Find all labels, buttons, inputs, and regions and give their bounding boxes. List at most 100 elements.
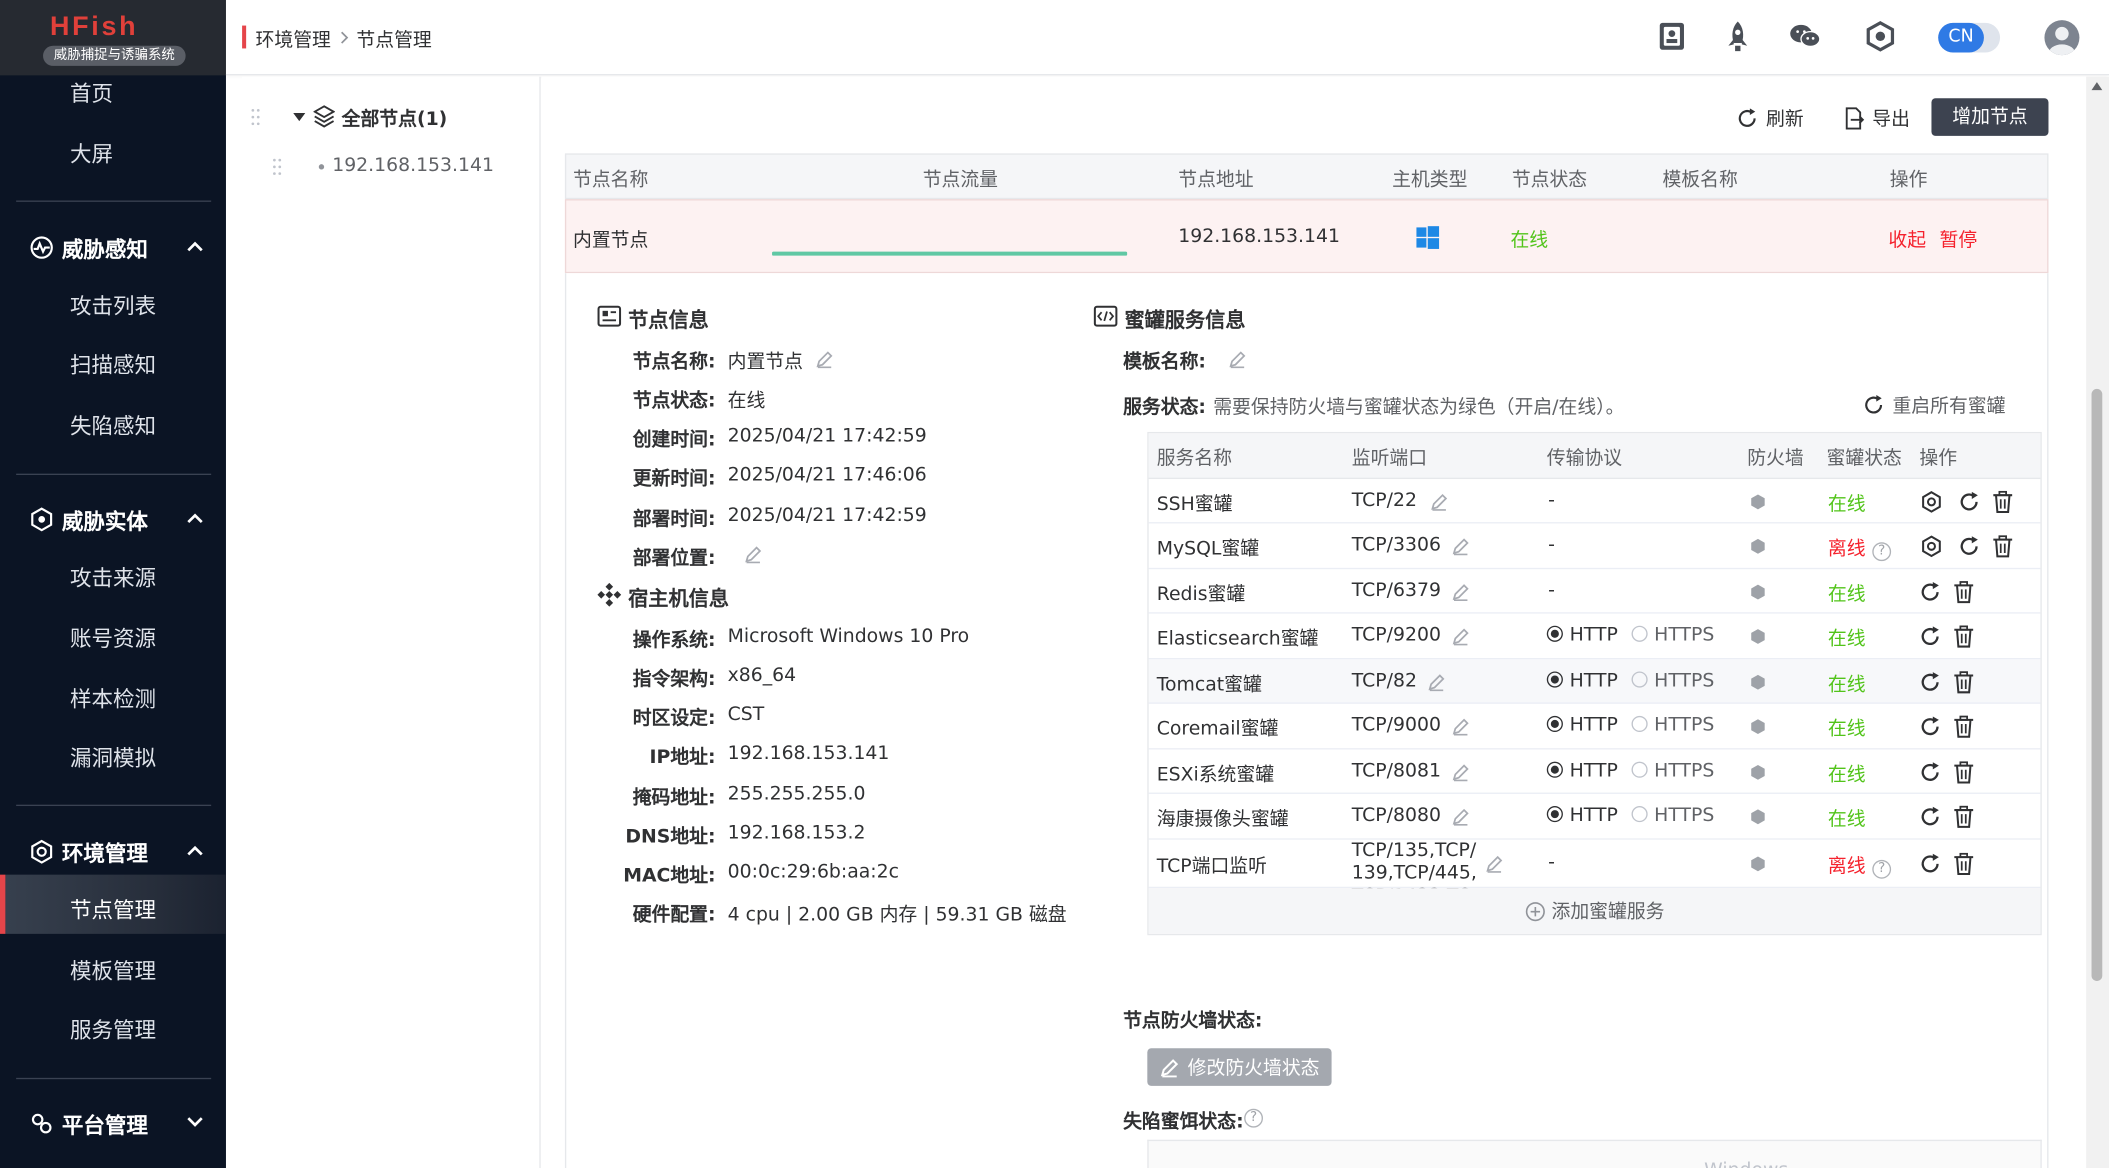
sidebar-item-vuln[interactable]: 漏洞模拟 bbox=[70, 740, 156, 772]
trash-icon[interactable] bbox=[1952, 852, 1976, 876]
refresh-button[interactable]: 刷新 bbox=[1735, 105, 1804, 132]
sidebar-item-screen[interactable]: 大屏 bbox=[70, 136, 113, 168]
service-row[interactable]: Redis蜜罐 TCP/6379 - 在线 bbox=[1148, 569, 2041, 614]
radio-http-icon[interactable] bbox=[1546, 671, 1563, 688]
trash-icon[interactable] bbox=[1952, 580, 1976, 604]
scroll-up-arrow-icon[interactable] bbox=[2090, 81, 2103, 92]
sidebar-item-node-mgmt[interactable]: 节点管理 bbox=[70, 892, 156, 924]
radio-https-icon[interactable] bbox=[1631, 806, 1648, 823]
sidebar-group-env-mgmt[interactable]: 环境管理 bbox=[30, 836, 148, 868]
avatar[interactable] bbox=[2044, 20, 2080, 56]
protocol-radio-group[interactable]: HTTP HTTPS bbox=[1546, 624, 1714, 646]
trash-icon[interactable] bbox=[1952, 760, 1976, 784]
restart-icon[interactable] bbox=[1918, 760, 1942, 784]
service-row[interactable]: Tomcat蜜罐 TCP/82 HTTP HTTPS 在线 bbox=[1148, 659, 2041, 704]
restart-icon[interactable] bbox=[1918, 715, 1942, 739]
edit-pencil-icon[interactable] bbox=[1451, 763, 1470, 782]
rocket-icon[interactable] bbox=[1720, 19, 1755, 54]
drag-handle-icon[interactable] bbox=[249, 108, 262, 127]
help-icon[interactable]: ? bbox=[1872, 859, 1892, 879]
pause-link[interactable]: 暂停 bbox=[1940, 226, 1978, 253]
book-icon[interactable] bbox=[1654, 19, 1689, 54]
radio-https-icon[interactable] bbox=[1631, 715, 1648, 733]
restart-icon[interactable] bbox=[1918, 805, 1942, 829]
trash-icon[interactable] bbox=[1952, 670, 1976, 694]
restart-icon[interactable] bbox=[1957, 534, 1981, 558]
trash-icon[interactable] bbox=[1952, 805, 1976, 829]
edit-pencil-icon[interactable] bbox=[1451, 627, 1470, 646]
trash-icon[interactable] bbox=[1952, 624, 1976, 648]
sidebar-item-sample[interactable]: 样本检测 bbox=[70, 681, 156, 713]
export-button[interactable]: 导出 bbox=[1841, 105, 1910, 132]
sidebar-item-compromise[interactable]: 失陷感知 bbox=[70, 408, 156, 440]
protocol-radio-group[interactable]: HTTP HTTPS bbox=[1546, 805, 1714, 826]
caret-down-icon[interactable] bbox=[293, 112, 306, 123]
sidebar-item-account[interactable]: 账号资源 bbox=[70, 620, 156, 652]
service-row[interactable]: Elasticsearch蜜罐 TCP/9200 HTTP HTTPS 在线 bbox=[1148, 614, 2041, 660]
restart-icon[interactable] bbox=[1918, 670, 1942, 694]
service-row[interactable]: Coremail蜜罐 TCP/9000 HTTP HTTPS 在线 bbox=[1148, 704, 2041, 750]
radio-http-icon[interactable] bbox=[1546, 715, 1563, 733]
settings-hex-icon[interactable] bbox=[1919, 534, 1943, 558]
table-row[interactable]: 内置节点 192.168.153.141 在线 收起 暂停 bbox=[564, 199, 2049, 274]
edit-pencil-icon[interactable] bbox=[1451, 717, 1470, 736]
chevron-up-icon[interactable] bbox=[186, 511, 205, 524]
radio-http-icon[interactable] bbox=[1546, 761, 1563, 778]
hexagon-icon[interactable] bbox=[1863, 19, 1898, 54]
edit-pencil-icon[interactable] bbox=[1451, 583, 1470, 602]
language-toggle[interactable]: CN bbox=[1938, 22, 2001, 53]
restart-all-button[interactable]: 重启所有蜜罐 bbox=[1862, 392, 2005, 419]
service-row[interactable]: SSH蜜罐 TCP/22 - 在线 bbox=[1148, 479, 2041, 524]
edit-pencil-icon[interactable] bbox=[744, 545, 763, 564]
edit-pencil-icon[interactable] bbox=[1430, 492, 1449, 511]
help-icon[interactable]: ? bbox=[1872, 542, 1892, 562]
add-honeypot-service-button[interactable]: 添加蜜罐服务 bbox=[1148, 888, 2041, 934]
trash-icon[interactable] bbox=[1991, 534, 2015, 558]
protocol-radio-group[interactable]: HTTP HTTPS bbox=[1546, 670, 1714, 692]
modify-firewall-button[interactable]: 修改防火墙状态 bbox=[1147, 1048, 1332, 1086]
trash-icon[interactable] bbox=[1991, 490, 2015, 514]
radio-http-icon[interactable] bbox=[1546, 625, 1563, 642]
radio-https-icon[interactable] bbox=[1631, 761, 1648, 778]
tree-node-item[interactable]: 192.168.153.141 bbox=[332, 155, 494, 177]
add-node-button[interactable]: 增加节点 bbox=[1931, 98, 2049, 136]
chevron-up-icon[interactable] bbox=[186, 240, 205, 253]
service-row[interactable]: TCP端口监听TCP/135,TCP/139,TCP/445,TCP/1433,… bbox=[1148, 840, 2041, 930]
edit-pencil-icon[interactable] bbox=[1228, 350, 1247, 369]
breadcrumb-env[interactable]: 环境管理 bbox=[256, 26, 331, 53]
restart-icon[interactable] bbox=[1918, 852, 1942, 876]
chevron-up-icon[interactable] bbox=[186, 844, 205, 857]
restart-icon[interactable] bbox=[1918, 624, 1942, 648]
settings-hex-icon[interactable] bbox=[1919, 490, 1943, 514]
radio-http-icon[interactable] bbox=[1546, 806, 1563, 823]
sidebar-item-attack-source[interactable]: 攻击来源 bbox=[70, 560, 156, 592]
edit-pencil-icon[interactable] bbox=[1451, 807, 1470, 826]
scrollbar-thumb[interactable] bbox=[2091, 388, 2103, 981]
protocol-radio-group[interactable]: HTTP HTTPS bbox=[1546, 715, 1714, 736]
edit-pencil-icon[interactable] bbox=[815, 350, 834, 369]
edit-pencil-icon[interactable] bbox=[1451, 537, 1470, 556]
trash-icon[interactable] bbox=[1952, 715, 1976, 739]
chevron-down-icon[interactable] bbox=[186, 1116, 205, 1129]
drag-handle-icon[interactable] bbox=[270, 157, 283, 176]
sidebar-group-threat-entity[interactable]: 威胁实体 bbox=[30, 503, 148, 535]
edit-pencil-icon[interactable] bbox=[1485, 854, 1504, 873]
service-row[interactable]: MySQL蜜罐 TCP/3306 - 离线? bbox=[1148, 523, 2041, 570]
sidebar-item-scan[interactable]: 扫描感知 bbox=[70, 347, 156, 379]
wechat-icon[interactable] bbox=[1788, 19, 1823, 54]
sidebar-item-service-mgmt[interactable]: 服务管理 bbox=[70, 1012, 156, 1044]
restart-icon[interactable] bbox=[1918, 580, 1942, 604]
service-row[interactable]: 海康摄像头蜜罐 TCP/8080 HTTP HTTPS 在线 bbox=[1148, 794, 2041, 840]
tree-root-label[interactable]: 全部节点(1) bbox=[342, 105, 448, 132]
sidebar-item-template-mgmt[interactable]: 模板管理 bbox=[70, 953, 156, 985]
page-scrollbar[interactable] bbox=[2086, 76, 2109, 1168]
restart-icon[interactable] bbox=[1957, 490, 1981, 514]
radio-https-icon[interactable] bbox=[1631, 625, 1648, 642]
sidebar-group-threat-perception[interactable]: 威胁感知 bbox=[30, 231, 148, 263]
sidebar-group-platform[interactable]: 平台管理 bbox=[30, 1107, 148, 1139]
edit-pencil-icon[interactable] bbox=[1427, 673, 1446, 692]
sidebar-item-attack-list[interactable]: 攻击列表 bbox=[70, 288, 156, 320]
logo[interactable]: HFish 威胁捕捉与诱骗系统 bbox=[0, 0, 226, 76]
help-icon[interactable]: ? bbox=[1244, 1108, 1263, 1128]
service-row[interactable]: ESXi系统蜜罐 TCP/8081 HTTP HTTPS 在线 bbox=[1148, 750, 2041, 794]
